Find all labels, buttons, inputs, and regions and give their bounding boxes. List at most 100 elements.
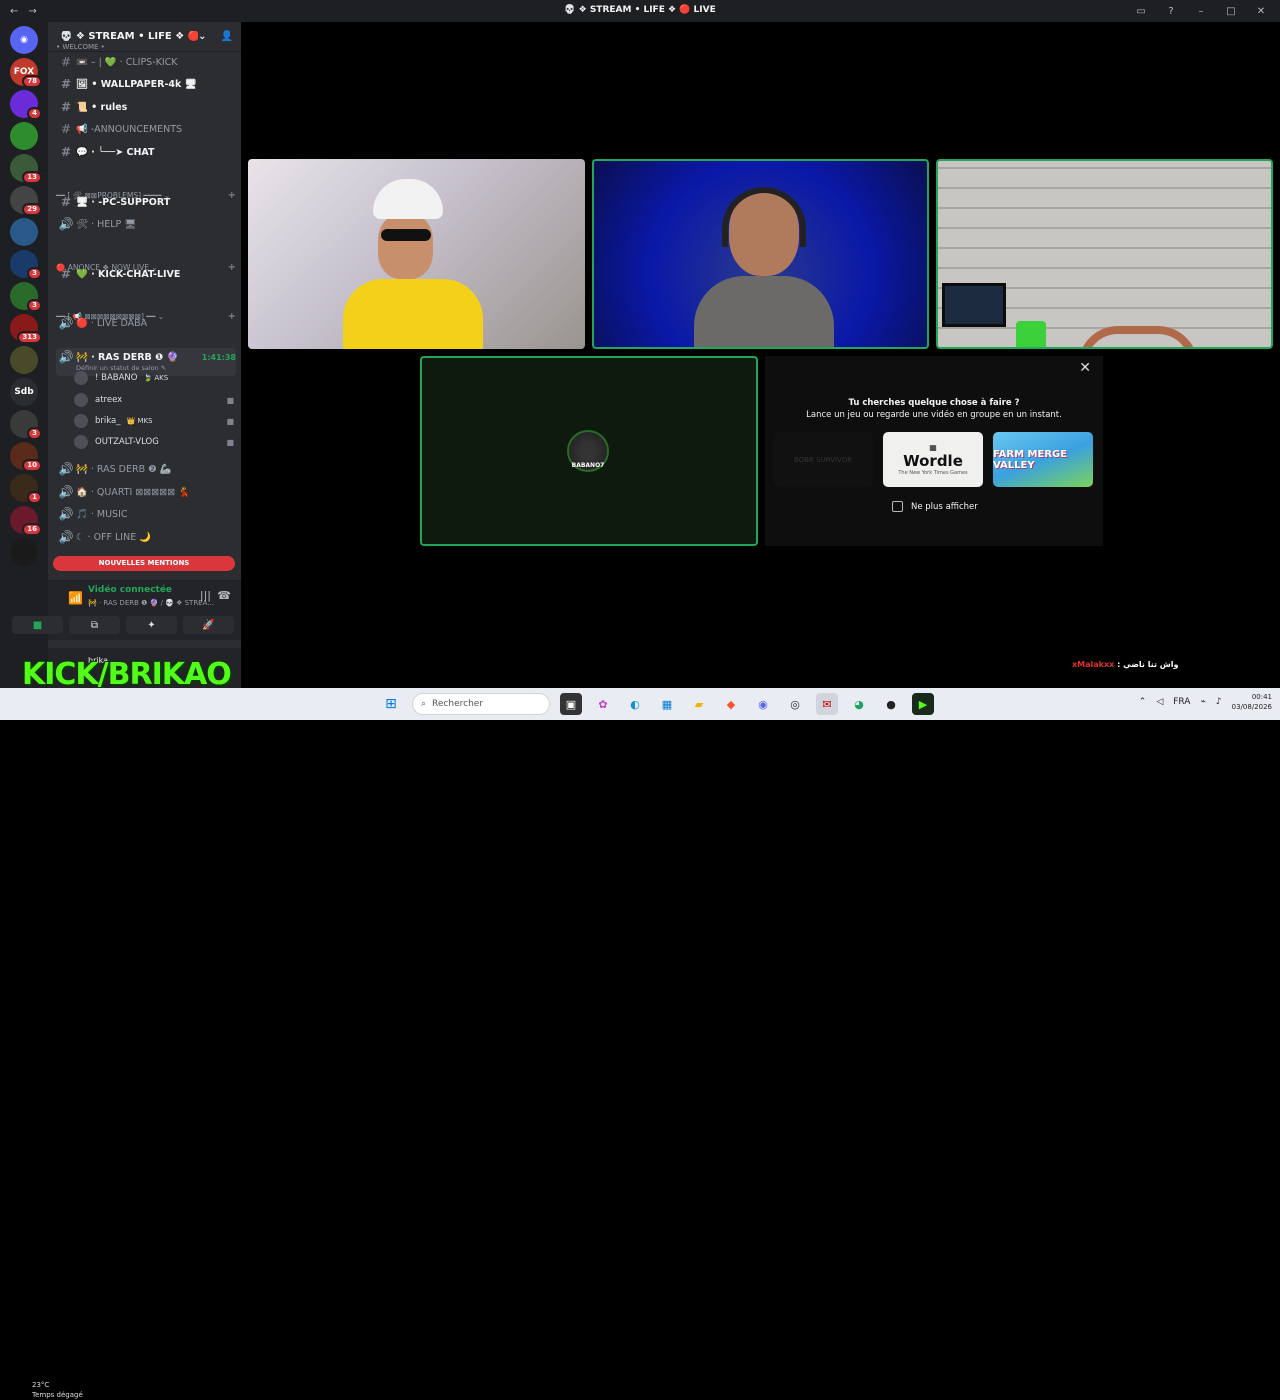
server-icon[interactable]: 13 [10, 154, 42, 184]
voice-username: atreex [95, 395, 123, 405]
server-icon[interactable]: Sdb [10, 378, 38, 406]
file-explorer-icon[interactable]: ▰ [688, 693, 710, 715]
server-icon[interactable] [10, 218, 38, 246]
voice-username: brika_ [95, 416, 121, 426]
copilot-icon[interactable]: ✿ [592, 693, 614, 715]
voice-channel-icon: 🔊 [58, 462, 74, 476]
channel-item[interactable]: • WELCOME • [56, 42, 236, 52]
channel-item[interactable]: # 💬 · ╰──➤ CHAT [56, 142, 236, 162]
activity-button[interactable]: ✦ [126, 616, 177, 634]
server-icon[interactable]: 16 [10, 506, 42, 536]
windows-taskbar: 23°C Temps dégagé ⊞ ⌕ Rechercher ▣ ✿ ◐ ▦… [0, 688, 1280, 1399]
discord-home-icon[interactable]: ◉ [10, 26, 38, 54]
channel-item[interactable]: 🔊 🏠 · QUARTI ⊠⊠⊠⊠⊠ 💃 [56, 482, 236, 502]
obs-icon[interactable]: ● [880, 693, 902, 715]
activity-card-bobr[interactable]: BOBR SURVIVOR [773, 432, 873, 487]
voice-channel-path[interactable]: 🚧 · RAS DERB ❶ 🔮 / 💀 ❖ STREA... [88, 599, 214, 607]
server-icon[interactable] [10, 346, 38, 374]
voice-status[interactable]: Vidéo connectée [88, 585, 172, 595]
text-channel-icon: # [60, 145, 72, 159]
mention-badge: 10 [22, 459, 42, 472]
close-button[interactable]: ✕ [1252, 6, 1270, 17]
search-box[interactable]: ⌕ Rechercher [412, 693, 550, 715]
channel-item[interactable]: # 📜 • rules [56, 97, 236, 117]
server-icon[interactable]: 10 [10, 442, 42, 472]
card-label: FARM MERGE VALLEY [993, 448, 1068, 471]
server-icon[interactable]: 1 [10, 474, 42, 504]
checkbox[interactable] [892, 501, 903, 512]
volume-icon[interactable]: ◁ [1156, 697, 1163, 707]
new-mentions-pill[interactable]: NOUVELLES MENTIONS [53, 556, 235, 571]
camera-button[interactable]: ■ [12, 616, 63, 634]
discord-taskbar-icon[interactable]: ◉ [752, 693, 774, 715]
channel-item[interactable]: 🔊 🔴 · LIVE DABA [56, 313, 236, 333]
mention-badge: 29 [22, 203, 42, 216]
activity-card-wordle[interactable]: ▦ Wordle The New York Times Games [883, 432, 983, 487]
video-tile-3[interactable] [936, 159, 1273, 349]
server-icon[interactable] [10, 538, 38, 566]
voice-user[interactable]: brika_ 👑 MKS ■ [74, 411, 234, 431]
close-icon[interactable]: ✕ [1079, 360, 1091, 376]
help-icon[interactable]: ? [1162, 6, 1180, 17]
chrome-icon[interactable]: ◕ [848, 693, 870, 715]
disconnect-icon[interactable]: ☎ [217, 589, 231, 602]
server-icon[interactable]: 313 [10, 314, 42, 344]
steam-icon[interactable]: ◎ [784, 693, 806, 715]
screen-share-button[interactable]: ⧉ [69, 616, 120, 634]
store-icon[interactable]: ▦ [656, 693, 678, 715]
chevron-up-icon[interactable]: ⌃ [1139, 697, 1147, 707]
channel-label: 💚 · KICK-CHAT-LIVE [76, 268, 181, 280]
channel-item[interactable]: 🔊 🛠 · HELP 🖥 [56, 214, 236, 234]
activity-card-farm-merge[interactable]: FARM MERGE VALLEY [993, 432, 1093, 487]
start-icon[interactable]: ⊞ [380, 693, 402, 715]
edge-icon[interactable]: ◐ [624, 693, 646, 715]
channel-item[interactable]: # 📼 – | 💚 · CLIPS-KICK [56, 52, 236, 72]
inbox-icon[interactable]: ▭ [1132, 6, 1150, 17]
language-indicator[interactable]: FRA [1173, 697, 1190, 707]
kick-icon[interactable]: ▶ [912, 693, 934, 715]
channel-item[interactable]: # 💚 · KICK-CHAT-LIVE [56, 264, 236, 284]
channel-item[interactable]: 🔊 🎵 · MUSIC [56, 504, 236, 524]
weather-widget[interactable]: 23°C Temps dégagé [14, 1380, 83, 1400]
add-member-icon[interactable]: 👤 [221, 31, 233, 42]
voice-user[interactable]: atreex ■ [74, 390, 234, 410]
channel-label: ☾ · OFF LINE 🌙 [76, 531, 152, 543]
noise-suppression-icon[interactable]: ||| [200, 589, 211, 602]
channel-item[interactable]: # 📢 -ANNOUNCEMENTS [56, 119, 236, 139]
channel-item[interactable]: # 🖼 • WALLPAPER-4k 🖥 [56, 74, 236, 94]
mention-badge: 3 [27, 427, 42, 440]
clock[interactable]: 00:41 03/08/2026 [1232, 692, 1272, 712]
server-icon[interactable]: FOX 78 [10, 58, 42, 88]
card-label: Wordle [903, 452, 963, 470]
video-tile-2[interactable] [592, 159, 929, 349]
channel-item[interactable]: 🔊 🚧 · RAS DERB ❷ 🦾 [56, 459, 236, 479]
voice-user[interactable]: ! BABANO 🍃 AKS [74, 368, 234, 388]
participant-video [694, 187, 834, 347]
server-icon[interactable]: 29 [10, 186, 42, 216]
speaker-icon[interactable]: ♪ [1216, 697, 1222, 707]
video-tile-1[interactable] [248, 159, 585, 349]
text-channel-icon: # [60, 55, 72, 69]
server-icon[interactable]: 3 [10, 250, 42, 280]
server-icon[interactable] [10, 122, 38, 150]
soundboard-button[interactable]: 🚀 [183, 616, 234, 634]
app-icon[interactable]: ✉ [816, 693, 838, 715]
network-icon[interactable]: ⌁ [1200, 697, 1205, 707]
mention-badge: 4 [27, 107, 42, 120]
channel-item[interactable]: 🔊 ☾ · OFF LINE 🌙 [56, 527, 236, 547]
signal-icon[interactable]: 📶 [68, 591, 83, 605]
voice-user[interactable]: OUTZALT-VLOG ■ [74, 432, 234, 452]
search-placeholder: Rechercher [432, 699, 484, 709]
server-icon[interactable]: 3 [10, 282, 42, 312]
video-tile-avatar[interactable]: BABANO7 [420, 356, 758, 546]
dont-show-again[interactable]: Ne plus afficher [892, 501, 978, 512]
server-icon[interactable]: 3 [10, 410, 42, 440]
server-icon[interactable]: 4 [10, 90, 42, 120]
minimize-button[interactable]: – [1192, 6, 1210, 17]
channel-item[interactable]: # 🖥 · -PC-SUPPORT [56, 192, 236, 212]
maximize-button[interactable]: □ [1222, 6, 1240, 17]
mention-badge: 3 [27, 299, 42, 312]
camera-icon: ■ [226, 416, 234, 426]
task-view-icon[interactable]: ▣ [560, 693, 582, 715]
brave-icon[interactable]: ◆ [720, 693, 742, 715]
